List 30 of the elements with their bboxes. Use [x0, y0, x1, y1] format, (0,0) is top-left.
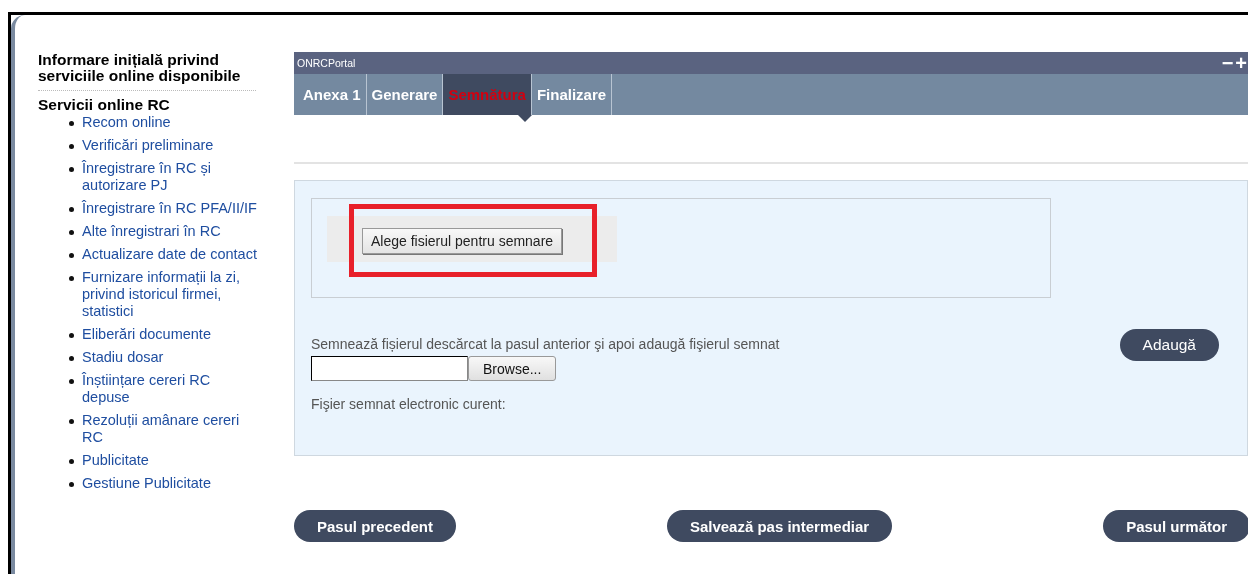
next-step-button[interactable]: Pasul următor [1103, 510, 1248, 542]
sidebar-heading: Informare inițială privind serviciile online disponibile [38, 52, 256, 91]
sidebar-link[interactable]: Furnizare informații la zi, privind istoricul firmei, statistici [82, 269, 260, 320]
sidebar-link[interactable]: Verificări preliminare [82, 137, 214, 154]
instruction-text: Semnează fișierul descărcat la pasul anterior şi apoi adaugă fişierul semnat [311, 336, 780, 352]
file-input-field[interactable] [311, 356, 468, 381]
sidebar-link[interactable]: Înregistrare în RC și autorizare PJ [82, 160, 260, 194]
sidebar-link[interactable]: Înregistrare în RC PFA/II/IF [82, 200, 257, 217]
choose-file-button[interactable]: Alege fisierul pentru semnare [362, 227, 563, 254]
browse-button[interactable]: Browse... [468, 356, 557, 381]
sidebar-link[interactable]: Alte înregistrari în RC [82, 223, 221, 240]
sidebar-link[interactable]: Stadiu dosar [82, 349, 164, 366]
sidebar-link[interactable]: Eliberări documente [82, 326, 211, 343]
section-heading: Servicii online RC [38, 96, 171, 114]
sidebar-link[interactable]: Actualizare date de contact [82, 246, 257, 263]
sidebar-link[interactable]: Înștiințare cereri RC depuse [82, 372, 260, 406]
portlet-title: ONRCPortal [296, 57, 356, 69]
tab[interactable]: Anexa 1 [298, 74, 367, 115]
minimize-button[interactable]: − [1220, 53, 1235, 73]
previous-step-button[interactable]: Pasul precedent [294, 510, 456, 542]
add-button[interactable]: Adaugă [1119, 329, 1219, 361]
sidebar-link[interactable]: Rezoluții amânare cereri RC [82, 412, 260, 446]
maximize-button[interactable]: + [1234, 53, 1248, 73]
sidebar-link[interactable]: Gestiune Publicitate [82, 475, 211, 492]
pointer-icon [517, 115, 532, 122]
tab[interactable]: Finalizare [531, 74, 613, 115]
save-draft-button[interactable]: Salvează pas intermediar [666, 510, 893, 542]
current-file-label: Fişier semnat electronic curent: [311, 396, 507, 412]
sidebar-link[interactable]: Recom online [82, 114, 171, 131]
sidebar-link[interactable]: Publicitate [82, 452, 149, 469]
